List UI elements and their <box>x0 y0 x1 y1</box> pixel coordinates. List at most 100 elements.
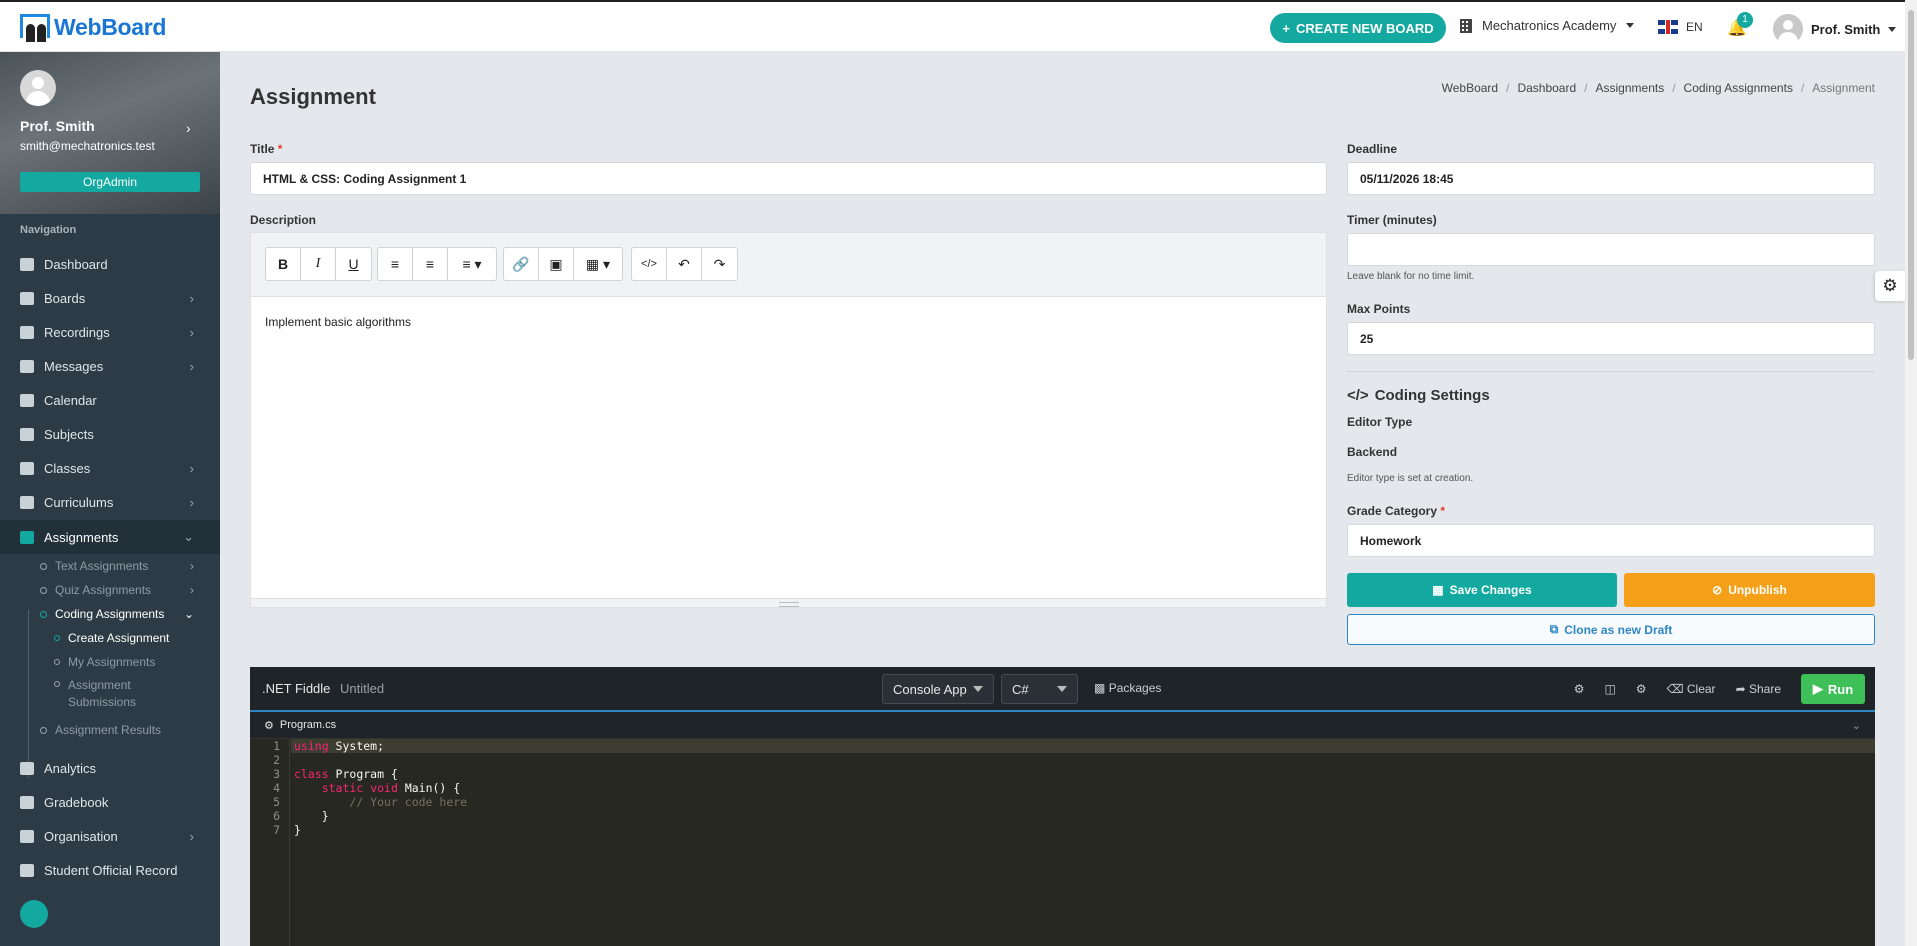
sidebar-item-messages[interactable]: Messages › <box>0 350 220 382</box>
breadcrumb-item[interactable]: Assignments <box>1596 81 1665 95</box>
organization-selector[interactable]: Mechatronics Academy <box>1460 18 1635 33</box>
project-type-select[interactable]: Console App <box>882 674 994 704</box>
chevron-down-icon <box>973 686 983 692</box>
page-title: Assignment <box>250 84 376 109</box>
packages-label: Packages <box>1108 681 1162 695</box>
align-dropdown-icon[interactable]: ≡ ▾ <box>448 248 496 280</box>
subitem-label: My Assignments <box>68 655 156 669</box>
sidebar-subitem-quiz-assignments[interactable]: Quiz Assignments › <box>0 579 220 601</box>
coding-settings-title: </> Coding Settings <box>1347 387 1490 404</box>
sidebar-item-label: Recordings <box>44 324 110 340</box>
code-view-icon[interactable]: </> <box>632 248 667 280</box>
settings-icon[interactable]: ⚙ <box>1636 682 1647 696</box>
sidebar-subitem-create-assignment[interactable]: Create Assignment <box>0 627 220 649</box>
sidebar-subitem-assignment-submissions[interactable]: Assignment Submissions <box>0 675 220 711</box>
profile-email: smith@mechatronics.test <box>20 139 155 153</box>
code-line: } <box>294 823 301 837</box>
sidebar-subitem-assignment-results[interactable]: Assignment Results <box>0 719 220 741</box>
app-logo[interactable]: WebBoard <box>18 12 166 42</box>
sidebar-subitem-my-assignments[interactable]: My Assignments <box>0 651 220 673</box>
clone-as-draft-button[interactable]: ⧉ Clone as new Draft <box>1347 614 1875 645</box>
sidebar-item-organisation[interactable]: Organisation › <box>0 820 220 852</box>
line-number: 5 <box>273 795 280 809</box>
sidebar-item-label: Classes <box>44 460 91 476</box>
file-name: Program.cs <box>279 719 337 731</box>
chevron-right-icon: › <box>190 559 194 573</box>
line-number: 3 <box>273 767 280 781</box>
editor-resize-handle[interactable] <box>251 598 1326 607</box>
sidebar-item-boards[interactable]: Boards › <box>0 282 220 314</box>
max-points-input[interactable]: 25 <box>1347 322 1875 355</box>
sidebar-item-assignments[interactable]: Assignments ⌄ <box>0 520 220 554</box>
clear-button[interactable]: ⌫ Clear <box>1667 682 1716 696</box>
fiddle-toolbar: ⚙ ◫ ⚙ ⌫ Clear ➦ Share ▶ Run <box>1574 674 1865 704</box>
assistant-button[interactable] <box>20 900 48 928</box>
packages-button[interactable]: ▩ Packages <box>1094 681 1161 695</box>
redo-icon[interactable]: ↷ <box>702 248 737 280</box>
chevron-right-icon: › <box>190 583 194 597</box>
top-bar: WebBoard + CREATE NEW BOARD Mechatronics… <box>0 0 1905 52</box>
sidebar-item-curriculums[interactable]: Curriculums › <box>0 486 220 518</box>
run-button[interactable]: ▶ Run <box>1801 674 1865 704</box>
description-content[interactable]: Implement basic algorithms <box>251 297 1326 347</box>
sidebar-subitem-coding-assignments[interactable]: Coding Assignments ⌄ <box>0 603 220 625</box>
sidebar-item-gradebook[interactable]: Gradebook <box>0 786 220 818</box>
bug-icon[interactable]: ⚙ <box>1574 682 1585 696</box>
page-scrollbar-thumb[interactable] <box>1908 10 1914 360</box>
save-changes-button[interactable]: ▦ Save Changes <box>1347 573 1617 607</box>
language-select[interactable]: C# <box>1001 674 1078 704</box>
dashboard-icon <box>20 257 34 271</box>
file-tab[interactable]: ⚙ Program.cs ⌄ <box>250 712 1875 739</box>
code-fiddle: .NET Fiddle Untitled Console App C# ▩ Pa… <box>250 667 1875 946</box>
italic-icon[interactable]: I <box>301 248 336 280</box>
timer-input[interactable] <box>1347 233 1875 266</box>
chevron-down-icon: ⌄ <box>183 607 194 621</box>
chevron-right-icon: › <box>189 324 194 340</box>
gears-icon: ⚙ <box>264 719 274 732</box>
underline-icon[interactable]: U <box>336 248 371 280</box>
deadline-label: Deadline <box>1347 142 1398 156</box>
link-icon[interactable]: 🔗 <box>504 248 539 280</box>
numbered-list-icon[interactable]: ≡ <box>413 248 448 280</box>
create-new-board-button[interactable]: + CREATE NEW BOARD <box>1270 13 1446 43</box>
language-selector[interactable]: EN <box>1658 20 1703 34</box>
building-icon <box>1460 18 1472 33</box>
undo-icon[interactable]: ↶ <box>667 248 702 280</box>
sidebar-item-label: Boards <box>44 290 86 306</box>
breadcrumb-item[interactable]: Coding Assignments <box>1684 81 1793 95</box>
chevron-right-icon[interactable]: › <box>186 120 191 136</box>
coding-settings-title-text: Coding Settings <box>1374 387 1490 404</box>
breadcrumb-item[interactable]: Dashboard <box>1517 81 1576 95</box>
timer-help-text: Leave blank for no time limit. <box>1347 271 1475 282</box>
breadcrumb: WebBoard / Dashboard / Assignments / Coding… <box>1441 81 1875 95</box>
sidebar-item-classes[interactable]: Classes › <box>0 452 220 484</box>
title-input[interactable]: HTML & CSS: Coding Assignment 1 <box>250 162 1327 195</box>
deadline-input[interactable]: 05/11/2026 18:45 <box>1347 162 1875 195</box>
fiddle-title[interactable]: Untitled <box>340 681 384 696</box>
unpublish-button[interactable]: ⊘ Unpublish <box>1624 573 1875 607</box>
image-icon[interactable]: ▣ <box>539 248 574 280</box>
sidebar-item-student-official-record[interactable]: Student Official Record <box>0 854 220 886</box>
sidebar-item-dashboard[interactable]: Dashboard <box>0 248 220 280</box>
circle-icon <box>40 562 47 570</box>
sidebar-item-subjects[interactable]: Subjects <box>0 418 220 450</box>
layout-icon[interactable]: ◫ <box>1604 682 1615 696</box>
sidebar-subitem-text-assignments[interactable]: Text Assignments › <box>0 555 220 577</box>
sidebar-item-recordings[interactable]: Recordings › <box>0 316 220 348</box>
gear-icon[interactable]: ⚙ <box>1875 271 1905 301</box>
sidebar-item-calendar[interactable]: Calendar <box>0 384 220 416</box>
gradebook-icon <box>20 795 34 809</box>
breadcrumb-item[interactable]: WebBoard <box>1442 81 1498 95</box>
table-dropdown-icon[interactable]: ▦ ▾ <box>574 248 622 280</box>
subitem-label: Coding Assignments <box>55 607 165 621</box>
sidebar-item-analytics[interactable]: Analytics <box>0 752 220 784</box>
share-button[interactable]: ➦ Share <box>1736 682 1781 696</box>
bold-icon[interactable]: B <box>266 248 301 280</box>
grade-category-select[interactable]: Homework <box>1347 524 1875 557</box>
user-menu[interactable]: Prof. Smith <box>1773 14 1897 44</box>
bullet-list-icon[interactable]: ≡ <box>378 248 413 280</box>
fiddle-brand: .NET Fiddle <box>262 681 331 696</box>
sidebar-profile[interactable]: Prof. Smith › smith@mechatronics.test Or… <box>0 52 220 214</box>
notification-badge: 1 <box>1737 12 1753 28</box>
chevron-down-icon[interactable]: ⌄ <box>1852 719 1861 732</box>
